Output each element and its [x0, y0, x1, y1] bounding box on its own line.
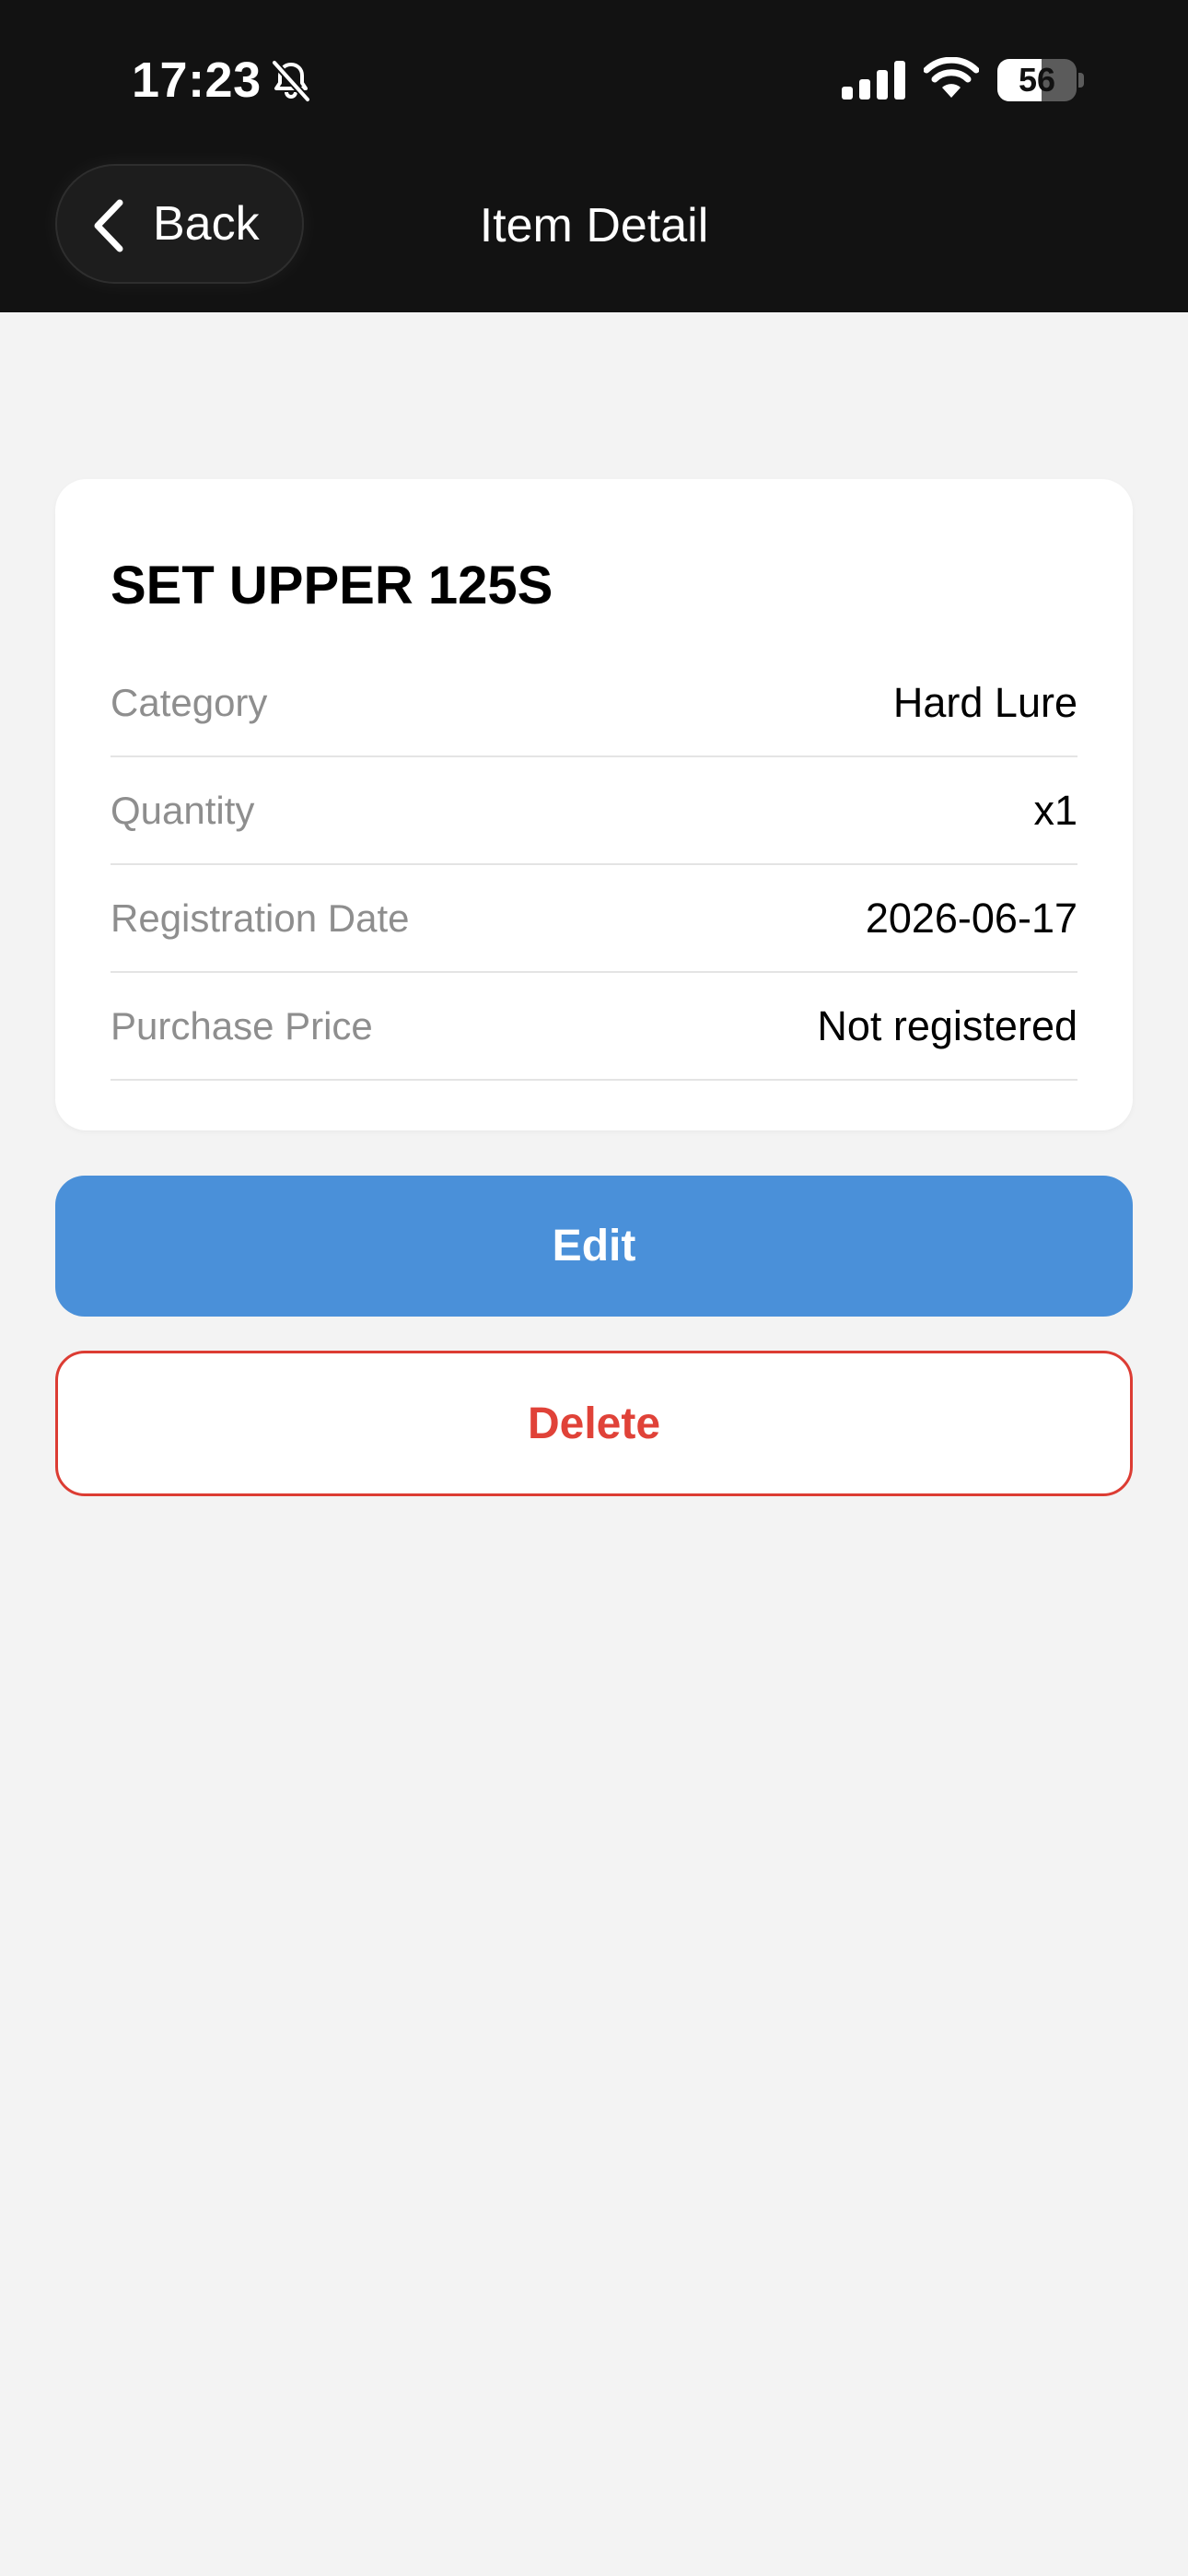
purchase-price-value: Not registered [817, 1001, 1077, 1049]
wifi-icon [924, 57, 979, 98]
page-title: Item Detail [479, 199, 709, 252]
category-label: Category [111, 680, 268, 724]
detail-row-quantity: Quantity x1 [111, 757, 1077, 865]
quantity-value: x1 [1033, 786, 1077, 834]
battery-level: 56 [1018, 61, 1056, 99]
delete-button[interactable]: Delete [55, 1351, 1133, 1496]
registration-date-value: 2026-06-17 [865, 894, 1077, 942]
item-name: SET UPPER 125S [111, 555, 553, 615]
chevron-left-icon [94, 199, 123, 252]
category-value: Hard Lure [892, 678, 1077, 726]
status-time: 17:23 [132, 53, 262, 108]
bell-off-icon [272, 60, 310, 102]
detail-row-purchase-price: Purchase Price Not registered [111, 973, 1077, 1081]
battery-indicator: 56 [997, 59, 1084, 101]
detail-row-category: Category Hard Lure [111, 650, 1077, 757]
detail-row-registration-date: Registration Date 2026-06-17 [111, 865, 1077, 973]
edit-button[interactable]: Edit [55, 1176, 1133, 1317]
back-label: Back [153, 197, 260, 251]
item-detail-card: SET UPPER 125S Category Hard Lure Quanti… [55, 479, 1133, 1130]
quantity-label: Quantity [111, 788, 255, 832]
registration-date-label: Registration Date [111, 896, 410, 940]
back-button[interactable]: Back [55, 164, 304, 284]
app-header: 17:23 56 Back Item Detail [0, 0, 1188, 312]
purchase-price-label: Purchase Price [111, 1003, 373, 1048]
battery-cap [1078, 73, 1084, 88]
signal-icon [842, 61, 905, 100]
